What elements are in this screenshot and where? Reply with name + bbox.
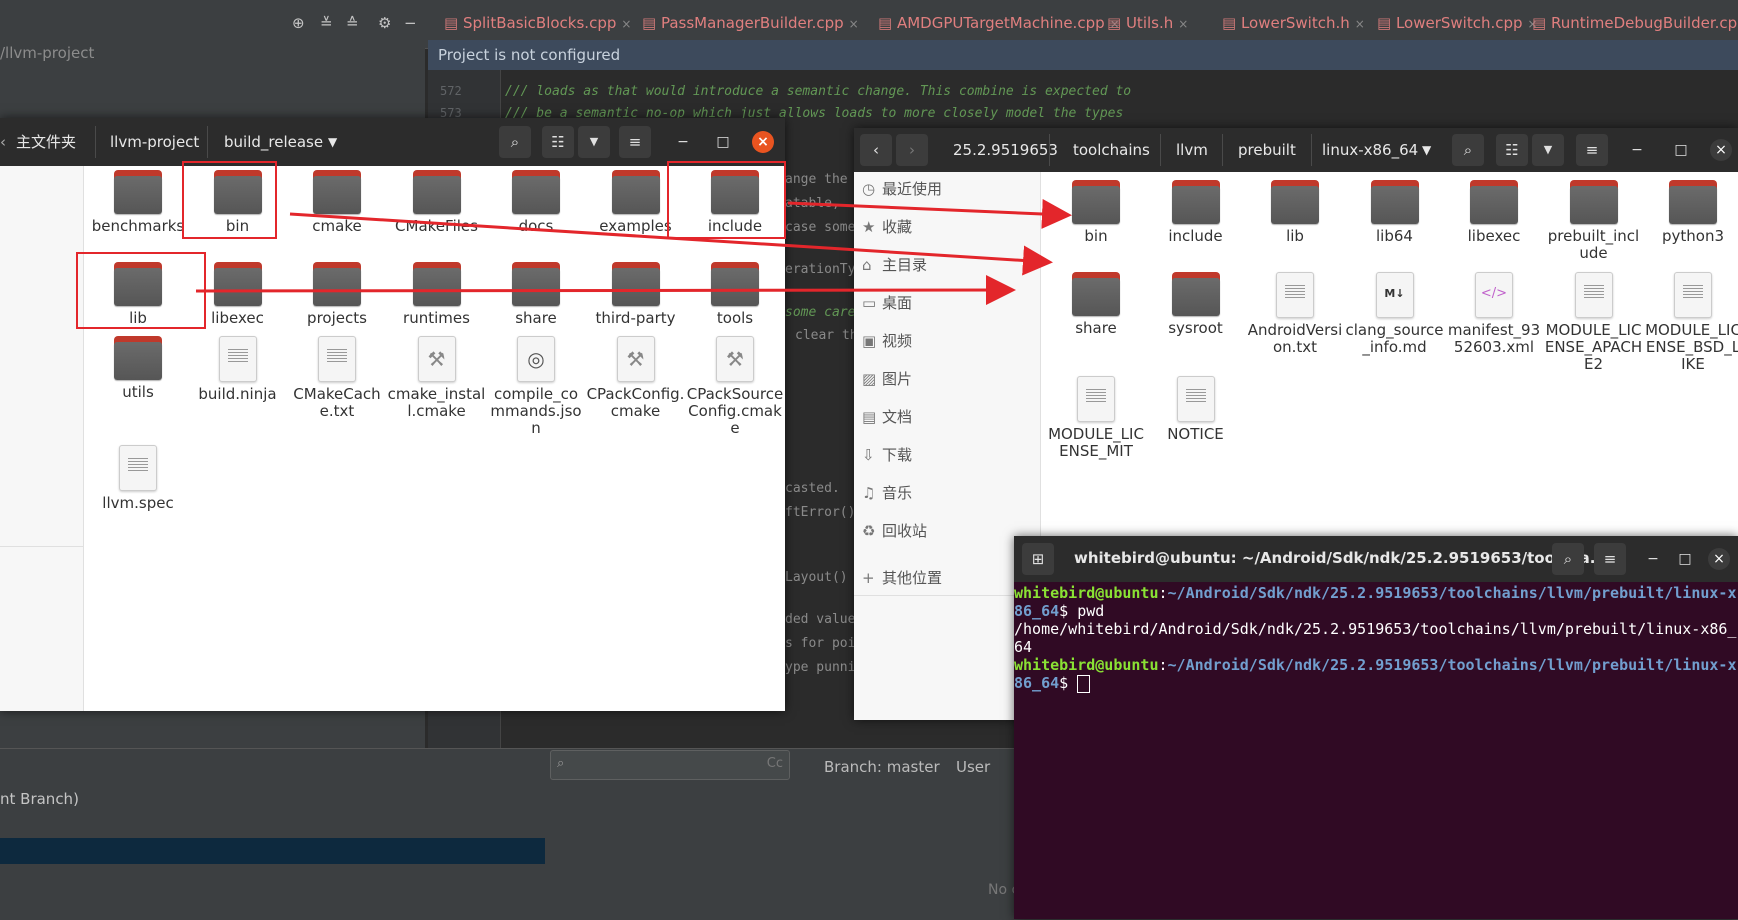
arrow-lib: [195, 275, 1016, 306]
arrow-bin: [289, 212, 1053, 276]
arrow-include: [787, 198, 1072, 229]
annotation-arrows: [195, 198, 1072, 306]
